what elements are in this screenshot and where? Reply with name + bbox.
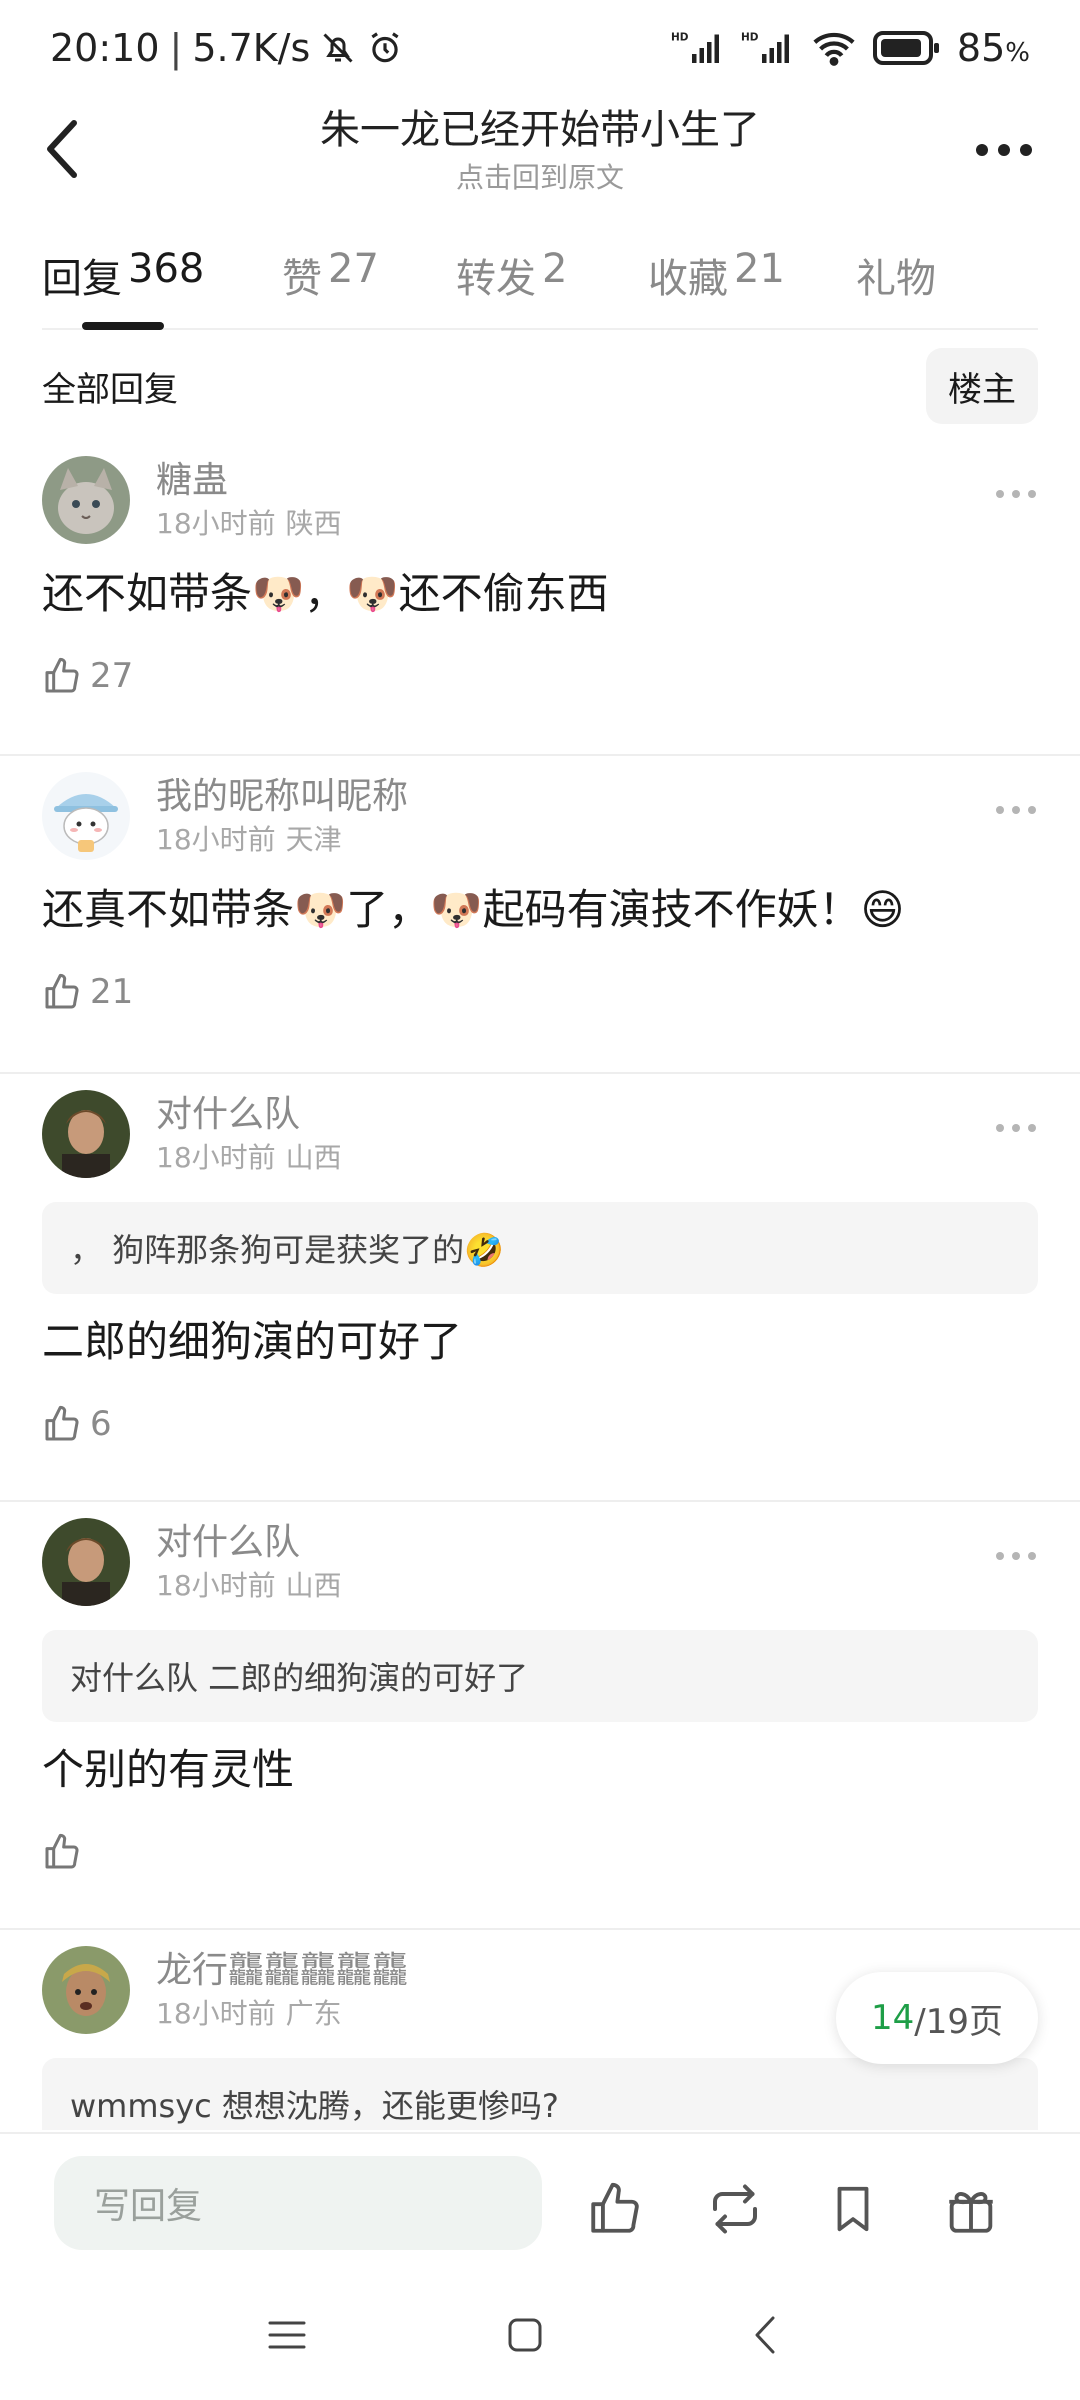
tab-gifts[interactable]: 礼物 [856,230,976,330]
active-tab-indicator [82,322,164,330]
like-button[interactable]: 27 [42,630,1038,730]
total-pages: /19页 [914,2001,1003,2042]
comment-author[interactable]: 我的昵称叫昵称 [156,773,408,821]
title-area[interactable]: 朱一龙已经开始带小生了 点击回到原文 [180,102,900,198]
chevron-left-icon [47,120,77,178]
status-bar: 20:10 | 5.7K/s HD HD 85% [0,0,1080,96]
thumbs-up-icon [45,973,79,1009]
wifi-icon [811,30,857,66]
more-options-button[interactable] [964,122,1044,178]
avatar[interactable] [42,1518,130,1606]
avatar[interactable] [42,772,130,860]
like-post-button[interactable] [580,2174,650,2244]
comment-text[interactable]: 还不如带条🐶，🐶还不偷东西 [42,564,1038,624]
quoted-reply[interactable]: ， 狗阵那条狗可是获奖了的🤣 [42,1202,1038,1294]
comment-more-button[interactable] [996,1124,1036,1132]
comment-meta: 18小时前 山西 [156,1141,342,1174]
favorite-button[interactable] [818,2174,888,2244]
mute-bell-icon [320,30,356,66]
repost-icon [713,2184,757,2234]
bottom-action-bar: 写回复 [0,2132,1080,2272]
back-button[interactable] [32,114,92,184]
comment-more-button[interactable] [996,806,1036,814]
avatar[interactable] [42,1946,130,2034]
status-divider: | [169,26,183,70]
comment-meta: 18小时前 山西 [156,1569,342,1602]
comment-author[interactable]: 对什么队 [156,1091,342,1139]
tab-favorites[interactable]: 收藏 21 [648,230,856,330]
signal-hd-icon: HD [671,30,725,66]
svg-text:HD: HD [671,32,689,44]
back-to-original-link[interactable]: 点击回到原文 [180,158,900,198]
comment-author[interactable]: 糖蛊 [156,457,342,505]
comment-more-button[interactable] [996,1552,1036,1560]
more-dot [1020,144,1032,156]
battery-icon [872,31,941,65]
like-button[interactable] [42,1806,1038,1906]
filter-row: 全部回复 楼主 [42,348,1038,424]
system-nav-bar [0,2272,1080,2400]
like-count: 21 [90,972,134,1012]
comment-author[interactable]: 龙行龘龘龘龘龘 [156,1947,408,1995]
like-count: 27 [90,656,134,696]
avatar[interactable] [42,1090,130,1178]
owner-only-button[interactable]: 楼主 [926,348,1038,424]
thumbs-up-icon [591,2182,639,2233]
svg-text:HD: HD [741,32,759,44]
battery-level: 85% [956,26,1030,70]
comment-meta: 18小时前 广东 [156,1997,342,2030]
comment-author[interactable]: 对什么队 [156,1519,342,1567]
quoted-reply[interactable]: wmmsyc 想想沈腾，还能更惨吗? [42,2058,1038,2130]
bookmark-icon [837,2186,869,2232]
thumbs-up-icon [45,1405,79,1441]
like-count: 6 [90,1404,112,1444]
quoted-reply[interactable]: 对什么队 二郎的细狗演的可好了 [42,1630,1038,1722]
menu-icon [268,2321,306,2349]
comment-meta: 18小时前 陕西 [156,507,342,540]
reply-input[interactable]: 写回复 [54,2156,542,2250]
comment-item: 对什么队 18小时前 山西 对什么队 二郎的细狗演的可好了 个别的有灵性 [0,1502,1080,1930]
comment-list: 糖蛊 18小时前 陕西 还不如带条🐶，🐶还不偷东西 27 我的昵称叫昵称 18小时… [0,440,1080,2130]
like-button[interactable]: 6 [42,1378,1038,1478]
page-title: 朱一龙已经开始带小生了 [320,107,760,153]
comment-meta: 18小时前 天津 [156,823,342,856]
all-replies-label: 全部回复 [42,369,178,410]
avatar[interactable] [42,456,130,544]
gift-icon [949,2192,993,2233]
tab-bar: 回复 368 赞 27 转发 2 收藏 21 礼物 [42,230,1038,330]
chevron-left-icon [755,2316,775,2354]
home-button[interactable] [490,2300,560,2370]
gift-button[interactable] [936,2174,1006,2244]
recent-apps-button[interactable] [252,2300,322,2370]
signal-hd-icon-2: HD [741,30,795,66]
page-indicator[interactable]: 14/19页 [836,1972,1038,2064]
comment-item: 糖蛊 18小时前 陕西 还不如带条🐶，🐶还不偷东西 27 [0,440,1080,756]
thumbs-up-icon [45,657,79,693]
tab-replies[interactable]: 回复 368 [42,230,282,330]
comment-text[interactable]: 二郎的细狗演的可好了 [42,1312,1038,1372]
square-icon [508,2318,542,2352]
current-page: 14 [871,1998,915,2038]
comment-text[interactable]: 个别的有灵性 [42,1740,1038,1800]
comment-item: 我的昵称叫昵称 18小时前 天津 还真不如带条🐶了，🐶起码有演技不作妖！😄 21 [0,756,1080,1074]
header: 朱一龙已经开始带小生了 点击回到原文 [0,96,1080,206]
comment-item: 对什么队 18小时前 山西 ， 狗阵那条狗可是获奖了的🤣 二郎的细狗演的可好了 6 [0,1074,1080,1502]
repost-button[interactable] [700,2174,770,2244]
thumbs-up-icon [45,1833,79,1869]
more-dot [998,144,1010,156]
comment-text[interactable]: 还真不如带条🐶了，🐶起码有演技不作妖！😄 [42,880,1038,940]
comment-more-button[interactable] [996,490,1036,498]
system-back-button[interactable] [730,2300,800,2370]
tab-likes[interactable]: 赞 27 [282,230,456,330]
more-dot [976,144,988,156]
like-button[interactable]: 21 [42,946,1038,1046]
tab-reposts[interactable]: 转发 2 [456,230,648,330]
status-net-speed: 5.7K/s [192,26,311,70]
status-time: 20:10 [50,26,160,70]
alarm-icon [366,29,404,67]
